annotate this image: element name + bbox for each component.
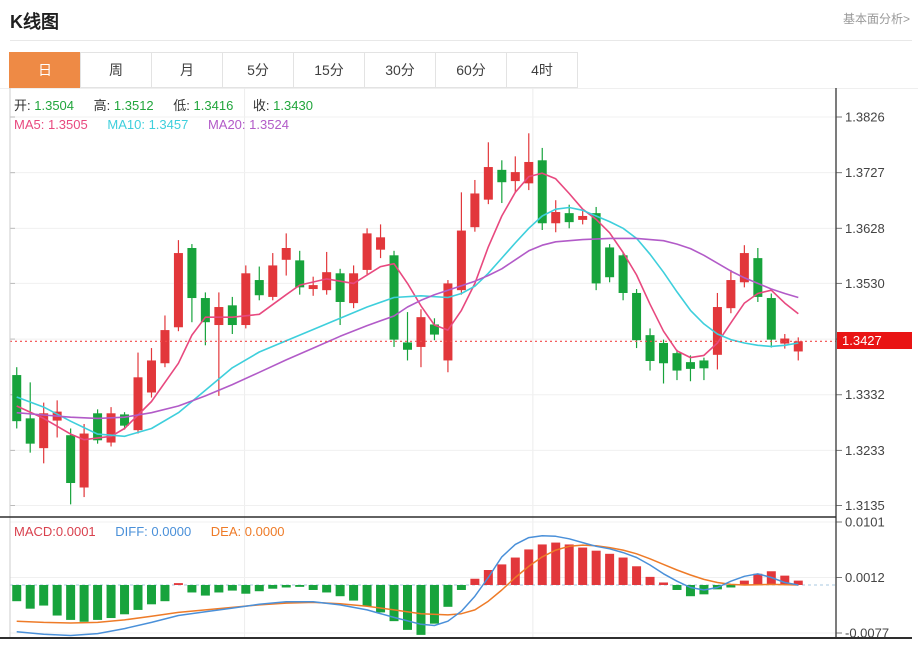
ma5-label: MA5: bbox=[14, 117, 44, 132]
svg-text:1.3135: 1.3135 bbox=[845, 498, 885, 513]
macd-legend: MACD:0.0001 DIFF: 0.0000 DEA: 0.0000 bbox=[14, 524, 301, 539]
high-value: 1.3512 bbox=[114, 98, 154, 113]
svg-text:1.3332: 1.3332 bbox=[845, 387, 885, 402]
ma-legend: MA5: 1.3505 MA10: 1.3457 MA20: 1.3524 bbox=[14, 117, 305, 132]
close-label: 收: bbox=[253, 98, 270, 113]
svg-text:1.3826: 1.3826 bbox=[845, 110, 885, 125]
high-label: 高: bbox=[94, 98, 111, 113]
ma10-value: 1.3457 bbox=[149, 117, 189, 132]
ohlc-legend: 开: 1.3504 高: 1.3512 低: 1.3416 收: 1.3430 bbox=[14, 95, 329, 114]
low-value: 1.3416 bbox=[194, 98, 234, 113]
svg-text:1.3628: 1.3628 bbox=[845, 221, 885, 236]
dea-label: DEA: bbox=[211, 524, 241, 539]
tab-30min[interactable]: 30分 bbox=[364, 52, 436, 88]
ma20-label: MA20: bbox=[208, 117, 246, 132]
tab-5min[interactable]: 5分 bbox=[222, 52, 294, 88]
svg-text:0.0012: 0.0012 bbox=[845, 570, 885, 585]
svg-text:1.3530: 1.3530 bbox=[845, 276, 885, 291]
ma5-value: 1.3505 bbox=[48, 117, 88, 132]
period-tabbar: 日 周 月 5分 15分 30分 60分 4时 bbox=[10, 52, 578, 88]
ma10-label: MA10: bbox=[107, 117, 145, 132]
tab-day[interactable]: 日 bbox=[9, 52, 81, 88]
close-value: 1.3430 bbox=[273, 98, 313, 113]
macd-value: 0.0001 bbox=[56, 524, 96, 539]
tab-month[interactable]: 月 bbox=[151, 52, 223, 88]
svg-text:0.0101: 0.0101 bbox=[845, 515, 885, 530]
tab-15min[interactable]: 15分 bbox=[293, 52, 365, 88]
diff-label: DIFF: bbox=[115, 524, 148, 539]
tab-4hour[interactable]: 4时 bbox=[506, 52, 578, 88]
ma20-value: 1.3524 bbox=[249, 117, 289, 132]
dea-value: 0.0000 bbox=[245, 524, 285, 539]
diff-value: 0.0000 bbox=[151, 524, 191, 539]
macd-label: MACD: bbox=[14, 524, 56, 539]
tab-week[interactable]: 周 bbox=[80, 52, 152, 88]
current-price-badge: 1.3427 bbox=[837, 332, 912, 349]
tab-60min[interactable]: 60分 bbox=[435, 52, 507, 88]
open-value: 1.3504 bbox=[34, 98, 74, 113]
low-label: 低: bbox=[173, 98, 190, 113]
svg-text:1.3727: 1.3727 bbox=[845, 165, 885, 180]
svg-text:1.3233: 1.3233 bbox=[845, 443, 885, 458]
open-label: 开: bbox=[14, 98, 31, 113]
